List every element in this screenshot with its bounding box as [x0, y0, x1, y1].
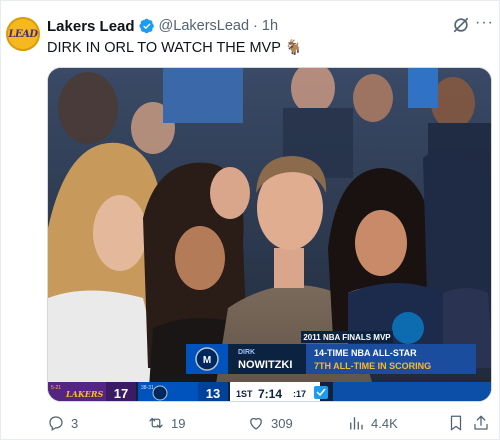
- tweet-text: DIRK IN ORL TO WATCH THE MVP 🐐: [47, 40, 303, 56]
- tweet-media-image[interactable]: 2011 NBA FINALS MVP M DIRK NOWITZKI 14-T…: [47, 67, 492, 402]
- views-count: 4.4K: [371, 415, 398, 431]
- stat-line-2: 7TH ALL-TIME IN SCORING: [314, 361, 431, 371]
- reply-icon: [49, 416, 63, 431]
- player-last-name: NOWITZKI: [238, 359, 292, 371]
- caption-text: 2011 NBA FINALS MVP: [303, 333, 391, 342]
- like-count: 309: [271, 415, 293, 431]
- game-clock: 7:14: [258, 387, 282, 401]
- like-icon: [250, 417, 262, 430]
- quarter: 1ST: [236, 389, 253, 399]
- network-logo-icon: [314, 386, 328, 399]
- share-button[interactable]: [472, 411, 490, 435]
- score-bar-extension: [333, 382, 491, 401]
- reply-count: 3: [71, 415, 79, 431]
- handle[interactable]: @LakersLead: [159, 18, 250, 34]
- away-record: 5-21: [51, 385, 61, 391]
- repost-icon: [149, 417, 163, 429]
- home-record: 38-31: [141, 385, 154, 391]
- reply-button[interactable]: 3: [47, 411, 78, 435]
- stat-line-1: 14-TIME NBA ALL-STAR: [314, 348, 417, 358]
- display-name[interactable]: Lakers Lead: [47, 18, 135, 35]
- person-behind: [210, 167, 250, 219]
- tweet-header: Lakers Lead @LakersLead · 1h: [47, 17, 278, 35]
- grok-icon[interactable]: [452, 16, 470, 34]
- action-bar: 3 19 309 4.4K: [47, 411, 492, 435]
- home-score: 13: [206, 386, 220, 401]
- separator-dot: ·: [253, 18, 258, 34]
- repost-button[interactable]: 19: [147, 411, 185, 435]
- away-score: 17: [114, 386, 128, 401]
- avatar[interactable]: LEAD: [6, 17, 40, 51]
- player-first-name: DIRK: [238, 349, 255, 356]
- like-button[interactable]: 309: [247, 411, 293, 435]
- views-button[interactable]: 4.4K: [347, 411, 398, 435]
- shot-clock: :17: [293, 389, 306, 399]
- bookmark-icon: [450, 415, 462, 431]
- timestamp[interactable]: 1h: [262, 18, 278, 34]
- bookmark-button[interactable]: [447, 411, 465, 435]
- avatar-text: LEAD: [8, 28, 38, 40]
- away-team: LAKERS: [65, 389, 104, 399]
- tweet-card[interactable]: LEAD Lakers Lead @LakersLead · 1h ··· DI…: [0, 0, 500, 440]
- share-icon: [474, 415, 488, 430]
- verified-badge-icon: [138, 18, 155, 34]
- more-icon[interactable]: ···: [475, 14, 494, 32]
- svg-text:M: M: [203, 355, 211, 366]
- mavs-score-logo-icon: [152, 385, 168, 401]
- broadcast-frame: 2011 NBA FINALS MVP M DIRK NOWITZKI 14-T…: [48, 68, 491, 401]
- repost-count: 19: [171, 415, 186, 431]
- views-icon: [350, 417, 363, 430]
